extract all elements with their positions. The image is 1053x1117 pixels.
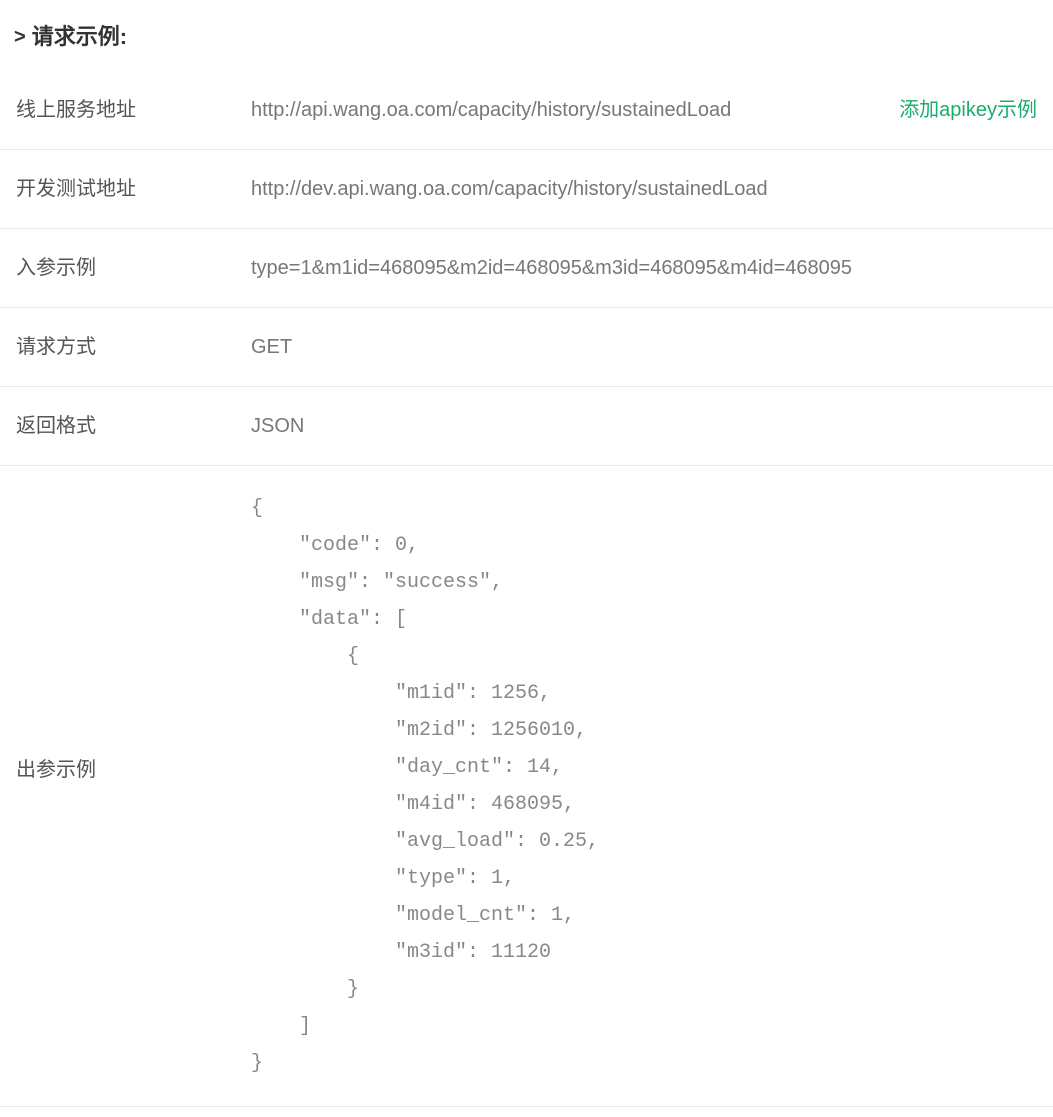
label-dev-url: 开发测试地址 — [16, 174, 251, 204]
label-response-format: 返回格式 — [16, 411, 251, 441]
label-output-example: 出参示例 — [16, 490, 251, 785]
value-method: GET — [251, 332, 1037, 362]
add-apikey-link[interactable]: 添加apikey示例 — [899, 95, 1037, 125]
value-dev-url: http://dev.api.wang.oa.com/capacity/hist… — [251, 174, 1037, 204]
value-response-format: JSON — [251, 411, 1037, 441]
value-output-example: { "code": 0, "msg": "success", "data": [… — [251, 490, 1037, 1082]
row-output-example: 出参示例 { "code": 0, "msg": "success", "dat… — [0, 466, 1053, 1107]
chevron-right-icon: > — [14, 22, 26, 52]
value-input-example: type=1&m1id=468095&m2id=468095&m3id=4680… — [251, 253, 1037, 283]
label-input-example: 入参示例 — [16, 253, 251, 283]
row-response-format: 返回格式 JSON — [0, 387, 1053, 466]
value-prod-url: http://api.wang.oa.com/capacity/history/… — [251, 95, 869, 125]
row-method: 请求方式 GET — [0, 308, 1053, 387]
section-title: > 请求示例: — [0, 10, 1053, 71]
label-method: 请求方式 — [16, 332, 251, 362]
row-input-example: 入参示例 type=1&m1id=468095&m2id=468095&m3id… — [0, 229, 1053, 308]
row-prod-url: 线上服务地址 http://api.wang.oa.com/capacity/h… — [0, 71, 1053, 150]
section-title-text: 请求示例: — [32, 20, 127, 53]
row-dev-url: 开发测试地址 http://dev.api.wang.oa.com/capaci… — [0, 150, 1053, 229]
label-prod-url: 线上服务地址 — [16, 95, 251, 125]
